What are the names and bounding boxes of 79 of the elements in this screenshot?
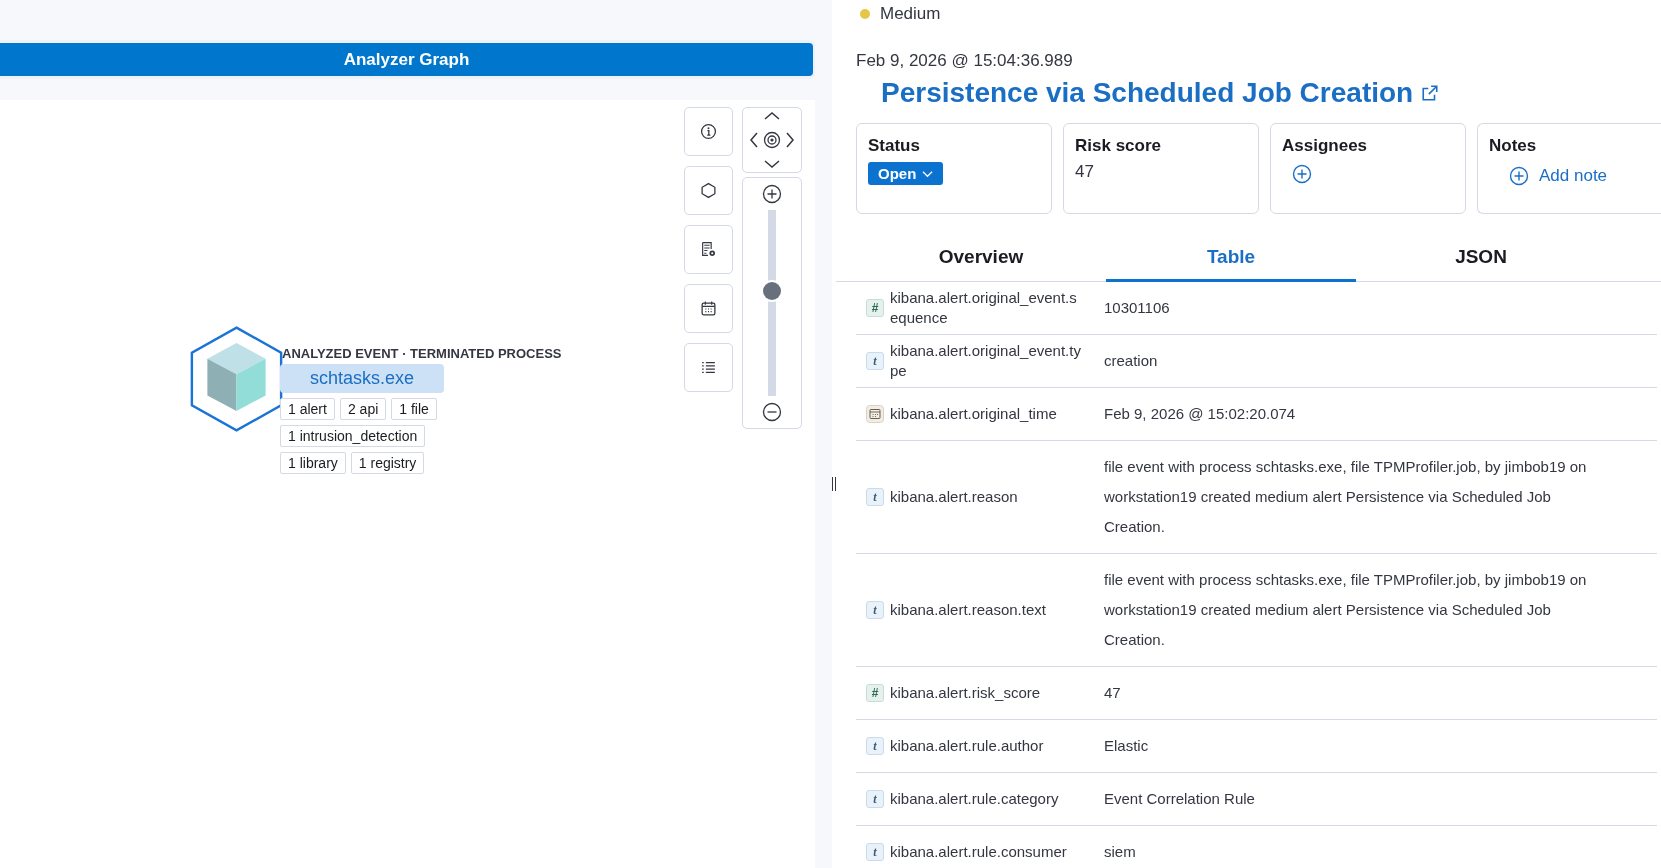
node-legend-button[interactable] bbox=[684, 166, 733, 215]
field-value: creation bbox=[1104, 351, 1159, 371]
analyzer-graph-title: Analyzer Graph bbox=[0, 43, 813, 76]
event-count-tag[interactable]: 1 file bbox=[391, 398, 437, 420]
minus-circle-icon bbox=[762, 402, 782, 422]
field-name: kibana.alert.original_event.type bbox=[890, 341, 1082, 381]
pan-down-button[interactable] bbox=[764, 159, 780, 169]
add-assignee-button[interactable] bbox=[1292, 164, 1312, 184]
string-type-icon: t bbox=[866, 352, 884, 370]
field-value: Feb 9, 2026 @ 15:02:20.074 bbox=[1104, 404, 1297, 424]
event-count-tag[interactable]: 2 api bbox=[339, 398, 387, 420]
zoom-out-button[interactable] bbox=[762, 402, 782, 422]
legend-button[interactable] bbox=[684, 107, 733, 156]
field-name: kibana.alert.original_time bbox=[890, 404, 1058, 424]
field-value: file event with process schtasks.exe, file TPMProfiler.job, by jimbob19 on workstation19 created medium alert Persistence via Scheduled Job Creation. bbox=[1104, 457, 1588, 537]
card-heading: Risk score bbox=[1075, 136, 1162, 156]
tab[interactable]: JSON bbox=[1356, 234, 1606, 282]
risk-score-value: 47 bbox=[1075, 162, 1095, 182]
calendar-icon bbox=[700, 300, 717, 317]
alert-title-link[interactable]: Persistence via Scheduled Job Creation bbox=[881, 77, 1414, 109]
chevron-left-icon bbox=[749, 132, 759, 148]
plus-circle-icon bbox=[1292, 164, 1312, 184]
field-value: Elastic bbox=[1104, 736, 1150, 756]
field-name: kibana.alert.rule.consumer bbox=[890, 842, 1068, 862]
number-type-icon: # bbox=[866, 684, 884, 702]
field-value: siem bbox=[1104, 842, 1137, 862]
string-type-icon: t bbox=[866, 790, 884, 808]
zoom-slider-thumb[interactable] bbox=[763, 282, 781, 301]
string-type-icon: t bbox=[866, 843, 884, 861]
plus-circle-icon bbox=[1509, 166, 1529, 186]
card-heading: Assignees bbox=[1282, 136, 1369, 156]
node-caption: ANALYZED EVENT · TERMINATED PROCESS bbox=[282, 346, 562, 361]
string-type-icon: t bbox=[866, 737, 884, 755]
pan-left-button[interactable] bbox=[749, 132, 759, 148]
info-icon bbox=[700, 123, 717, 140]
target-icon bbox=[763, 131, 781, 149]
field-value: 47 bbox=[1104, 683, 1122, 703]
severity-label: Medium bbox=[880, 4, 941, 24]
external-link-icon[interactable] bbox=[1421, 84, 1440, 102]
field-value: Event Correlation Rule bbox=[1104, 789, 1256, 809]
center-button[interactable] bbox=[763, 131, 781, 149]
string-type-icon: t bbox=[866, 601, 884, 619]
list-icon bbox=[700, 359, 717, 376]
status-dropdown[interactable]: Open bbox=[868, 162, 944, 185]
event-count-tag[interactable]: 1 alert bbox=[280, 398, 335, 420]
document-gear-icon bbox=[700, 241, 717, 258]
zoom-in-button[interactable] bbox=[762, 184, 782, 204]
field-name: kibana.alert.original_event.sequence bbox=[890, 288, 1078, 328]
field-name: kibana.alert.rule.author bbox=[890, 736, 1045, 756]
add-note-button[interactable]: Add note bbox=[1509, 166, 1608, 186]
number-type-icon: # bbox=[866, 299, 884, 317]
settings-button[interactable] bbox=[684, 225, 733, 274]
plus-circle-icon bbox=[762, 184, 782, 204]
field-value: file event with process schtasks.exe, file TPMProfiler.job, by jimbob19 on workstation19 created medium alert Persistence via Scheduled Job Creation. bbox=[1104, 570, 1588, 650]
card-heading: Notes bbox=[1489, 136, 1538, 156]
chevron-down-icon bbox=[764, 159, 780, 169]
event-count-tag[interactable]: 1 intrusion_detection bbox=[280, 425, 426, 447]
date-type-icon bbox=[866, 405, 884, 423]
pan-up-button[interactable] bbox=[764, 111, 780, 121]
alert-timestamp: Feb 9, 2026 @ 15:04:36.989 bbox=[856, 51, 1074, 71]
event-count-tag[interactable]: 1 library bbox=[280, 452, 346, 474]
string-type-icon: t bbox=[866, 488, 884, 506]
list-button[interactable] bbox=[684, 343, 733, 392]
field-name: kibana.alert.risk_score bbox=[890, 683, 1042, 703]
field-value: 10301106 bbox=[1104, 298, 1171, 318]
chevron-down-icon bbox=[922, 169, 934, 178]
hexagon-icon bbox=[700, 182, 717, 199]
tab[interactable]: Table bbox=[1106, 234, 1356, 282]
node-name-button[interactable]: schtasks.exe bbox=[280, 364, 445, 393]
chevron-up-icon bbox=[764, 111, 780, 121]
field-name: kibana.alert.reason.text bbox=[890, 600, 1047, 620]
card-heading: Status bbox=[868, 136, 921, 156]
pan-right-button[interactable] bbox=[785, 132, 795, 148]
tab[interactable]: Overview bbox=[856, 234, 1106, 282]
field-name: kibana.alert.reason bbox=[890, 487, 1019, 507]
date-range-button[interactable] bbox=[684, 284, 733, 333]
field-name: kibana.alert.rule.category bbox=[890, 789, 1060, 809]
event-count-tag[interactable]: 1 registry bbox=[350, 452, 425, 474]
chevron-right-icon bbox=[785, 132, 795, 148]
